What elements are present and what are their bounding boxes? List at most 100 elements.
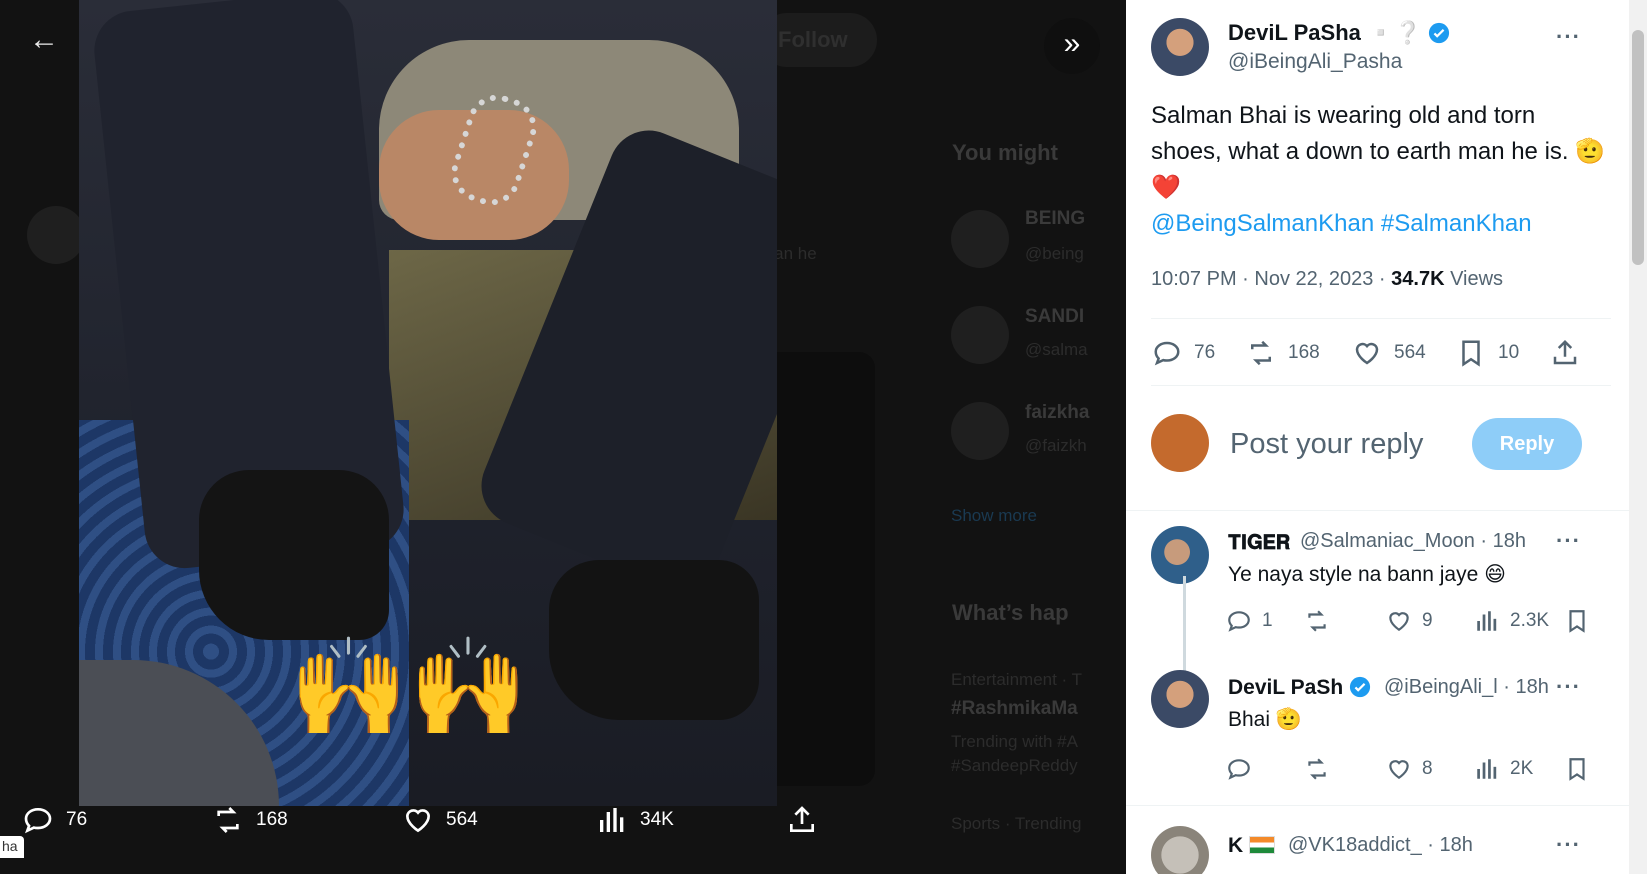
commenter-name[interactable]: K: [1228, 834, 1276, 858]
views-icon: [1477, 759, 1497, 779]
ghost-account-handle: @faizkh: [1025, 436, 1087, 455]
comment-text: Bhai 🫡: [1228, 708, 1303, 731]
share-icon: [790, 806, 814, 832]
back-arrow-icon[interactable]: ←: [24, 22, 64, 62]
views-count: 34K: [640, 809, 674, 830]
share-action[interactable]: [786, 800, 818, 840]
mention-link[interactable]: @BeingSalmanKhan: [1151, 210, 1374, 237]
ghost-account-name: BEING: [1025, 208, 1086, 229]
india-flag-icon: [1249, 836, 1276, 854]
collapse-panel-icon[interactable]: »: [1044, 18, 1100, 74]
reply-action[interactable]: 76: [22, 800, 87, 840]
media-action-bar: 76 168 564 34K: [0, 800, 860, 860]
more-options-icon[interactable]: ···: [1556, 528, 1581, 554]
reply-stat[interactable]: [1226, 756, 1262, 782]
views-stat[interactable]: 2K: [1474, 756, 1533, 782]
reply-stat[interactable]: 1: [1226, 608, 1273, 634]
like-stat[interactable]: 9: [1386, 608, 1433, 634]
ghost-account-name: faizkha: [1025, 402, 1090, 423]
divider: [1126, 510, 1629, 511]
commenter-handle[interactable]: @Salmaniac_Moon · 18h: [1300, 530, 1526, 553]
commenter-handle[interactable]: @VK18addict_ · 18h: [1288, 834, 1473, 857]
repost-icon: [1251, 340, 1271, 366]
tweet-time[interactable]: 10:07 PM · Nov 22, 2023 ·: [1151, 268, 1391, 290]
avatar[interactable]: [1151, 826, 1209, 874]
author-handle[interactable]: @iBeingAli_Pasha: [1228, 50, 1402, 74]
bookmark-stat[interactable]: [1564, 608, 1590, 634]
author-name[interactable]: DeviL PaSha ▫️❔: [1228, 20, 1450, 46]
reply-stat[interactable]: 76: [1152, 338, 1215, 368]
tweet-detail-panel: DeviL PaSha ▫️❔ @iBeingAli_Pasha ··· Sal…: [1126, 0, 1629, 874]
heart-icon: [1355, 342, 1379, 365]
repost-icon: [1308, 758, 1326, 780]
tweet-meta: 10:07 PM · Nov 22, 2023 · 34.7K Views: [1151, 268, 1504, 290]
commenter-handle[interactable]: @iBeingAli_l · 18h: [1384, 676, 1549, 699]
repost-icon: [1308, 610, 1326, 632]
avatar[interactable]: [1151, 670, 1209, 728]
scrollbar-thumb[interactable]: [1632, 30, 1644, 265]
ghost-show-more: Show more: [951, 506, 1037, 525]
more-options-icon[interactable]: ···: [1556, 832, 1581, 858]
bookmark-icon: [1462, 340, 1480, 367]
ghost-trend-tag: Entertainment · T: [951, 670, 1083, 689]
share-stat[interactable]: [1550, 338, 1580, 368]
media-viewer: Follow You might BEING @being SANDI @sal…: [0, 0, 1126, 874]
commenter-name[interactable]: DeviL PaSh: [1228, 676, 1371, 700]
views-icon: [1477, 611, 1497, 631]
repost-stat[interactable]: [1304, 756, 1340, 782]
bookmark-stat[interactable]: [1564, 756, 1590, 782]
reply-icon: [24, 807, 52, 834]
like-stat[interactable]: 8: [1386, 756, 1433, 782]
ghost-trend-tag: Sports · Trending: [951, 814, 1082, 833]
more-options-icon[interactable]: ···: [1556, 24, 1581, 50]
heart-icon: [1389, 760, 1409, 779]
hashtag-link[interactable]: #SalmanKhan: [1381, 210, 1532, 237]
repost-stat[interactable]: 168: [1246, 338, 1320, 368]
reply-icon: [1154, 341, 1180, 366]
verified-badge-icon: [1349, 676, 1371, 698]
reply-count: 76: [66, 809, 88, 830]
heart-icon: [1389, 612, 1409, 631]
repost-icon: [217, 807, 239, 833]
avatar[interactable]: [1151, 526, 1209, 584]
views-stat[interactable]: 2.3K: [1474, 608, 1549, 634]
repost-count: 168: [256, 809, 288, 830]
raised-hands-emoji: 🙌🙌: [289, 634, 529, 741]
photo-shoe: [199, 470, 389, 640]
more-options-icon[interactable]: ···: [1556, 674, 1581, 700]
views-icon: [600, 808, 624, 832]
current-user-avatar[interactable]: [1151, 414, 1209, 472]
reply-icon: [1228, 759, 1250, 780]
like-action[interactable]: 564: [402, 800, 478, 840]
ghost-trend: #RashmikaMa: [951, 698, 1078, 719]
commenter-name[interactable]: 𝐓𝐈𝐆𝐄𝐑: [1228, 532, 1290, 555]
ghost-whats-happening: What’s hap: [952, 600, 1069, 625]
reply-button[interactable]: Reply: [1472, 418, 1582, 470]
views-action[interactable]: 34K: [596, 800, 674, 840]
divider: [1151, 385, 1611, 386]
bookmark-icon: [1569, 610, 1585, 633]
ghost-heading: You might: [952, 140, 1058, 165]
tweet-photo[interactable]: 🙌🙌: [79, 0, 777, 806]
browser-edge-tab[interactable]: ha: [0, 836, 24, 858]
bookmark-icon: [1569, 758, 1585, 781]
ghost-avatar: [951, 210, 1009, 268]
thread-line: [1183, 576, 1186, 672]
divider: [1151, 318, 1611, 319]
verified-badge-icon: [1428, 22, 1450, 44]
avatar[interactable]: [1151, 18, 1209, 76]
ghost-follow-button: Follow: [760, 13, 877, 67]
repost-stat[interactable]: [1304, 608, 1340, 634]
scrollbar[interactable]: [1629, 0, 1647, 874]
reply-icon: [1228, 611, 1250, 632]
tweet-text: Salman Bhai is wearing old and torn shoe…: [1151, 102, 1606, 237]
like-stat[interactable]: 564: [1352, 338, 1426, 368]
comment-text: Ye naya style na bann jaye 😄: [1228, 563, 1506, 586]
reply-input[interactable]: Post your reply: [1230, 428, 1423, 461]
ghost-avatar: [27, 206, 85, 264]
like-count: 564: [446, 809, 478, 830]
divider: [1126, 805, 1629, 806]
bookmark-stat[interactable]: 10: [1456, 338, 1519, 368]
share-icon: [1553, 339, 1577, 365]
repost-action[interactable]: 168: [212, 800, 288, 840]
